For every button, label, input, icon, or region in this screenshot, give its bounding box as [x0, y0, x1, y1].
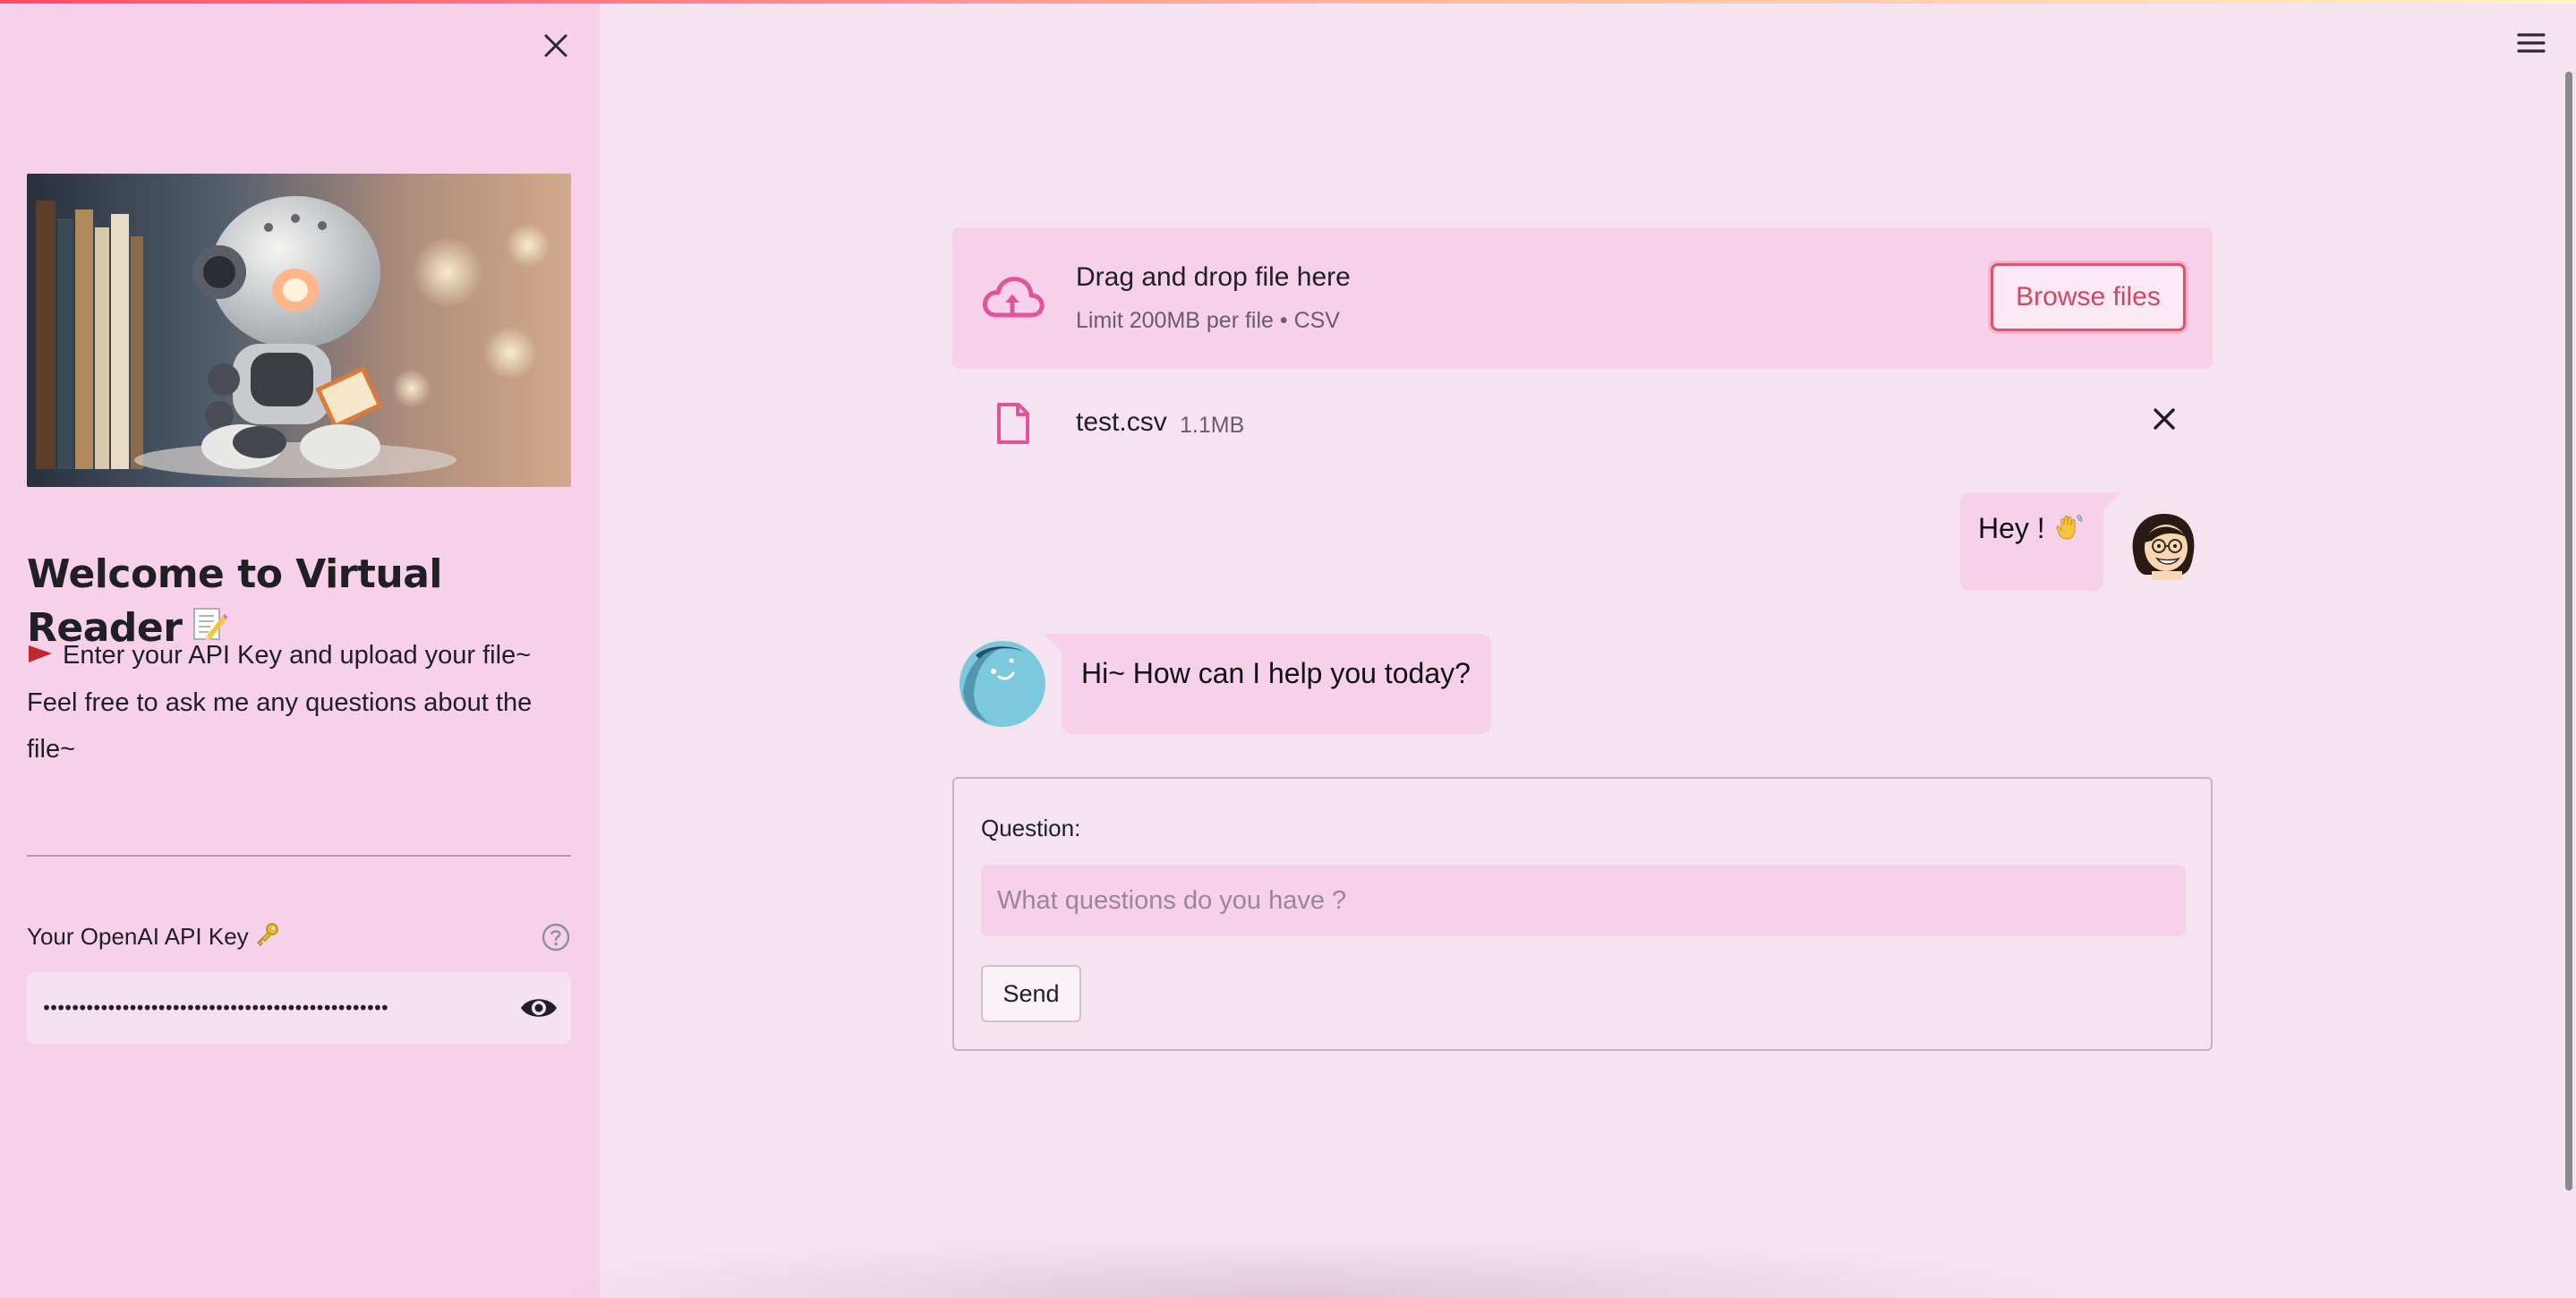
api-key-label-text: Your OpenAI API Key — [27, 923, 249, 950]
assistant-message-text: Hi~ How can I help you today? — [1081, 657, 1471, 689]
uploaded-file-row: test.csv 1.1MB — [952, 385, 2213, 460]
question-input[interactable] — [981, 865, 2186, 936]
browse-files-button[interactable]: Browse files — [1991, 263, 2186, 331]
question-form: Question: Send — [952, 777, 2213, 1051]
dropzone-title: Drag and drop file here — [1076, 262, 1351, 292]
send-button[interactable]: Send — [981, 965, 1081, 1022]
dropzone-limit-text: Limit 200MB per file • CSV — [1076, 308, 1340, 333]
scrollbar-thumb[interactable] — [2565, 72, 2572, 1191]
waving-hand-icon — [2053, 512, 2082, 544]
intro-line-1: Enter your API Key and upload your file~ — [63, 641, 532, 670]
top-decoration-bar — [0, 0, 2576, 4]
show-password-toggle[interactable] — [517, 990, 560, 1026]
bottom-fade — [483, 1235, 2094, 1298]
uploaded-file-name: test.csv — [1076, 407, 1167, 437]
hamburger-menu-icon — [2517, 33, 2546, 53]
close-icon — [2154, 408, 2175, 430]
user-message: Hey ! — [1960, 492, 2103, 591]
user-avatar — [2125, 507, 2202, 584]
uploaded-file-size: 1.1MB — [1180, 413, 1245, 438]
main-menu-button[interactable] — [2513, 25, 2549, 61]
api-key-field — [27, 972, 571, 1044]
question-label: Question: — [981, 815, 1081, 841]
intro-line-2: Feel free to ask me any questions about … — [27, 688, 533, 764]
remove-file-button[interactable] — [2146, 401, 2182, 437]
api-key-label: Your OpenAI API Key — [27, 920, 279, 955]
file-dropzone[interactable]: Drag and drop file here Limit 200MB per … — [952, 227, 2213, 369]
intro-text: Enter your API Key and upload your file~… — [27, 632, 573, 773]
file-icon — [995, 401, 1031, 446]
close-sidebar-button[interactable] — [537, 27, 575, 64]
help-tooltip-icon[interactable] — [541, 922, 571, 952]
key-icon — [254, 922, 279, 955]
robot-reading-image — [27, 174, 571, 487]
close-icon — [544, 34, 567, 57]
cloud-upload-icon — [979, 270, 1045, 328]
triangular-flag-icon — [27, 633, 54, 679]
api-key-input[interactable] — [41, 972, 498, 1044]
eye-icon — [521, 999, 557, 1017]
sidebar-divider — [27, 855, 571, 857]
assistant-message: Hi~ How can I help you today? — [1062, 634, 1491, 734]
assistant-avatar — [958, 639, 1047, 729]
user-message-text: Hey ! — [1978, 512, 2045, 544]
sidebar: Welcome to Virtual Reader Enter your API… — [0, 0, 600, 1298]
